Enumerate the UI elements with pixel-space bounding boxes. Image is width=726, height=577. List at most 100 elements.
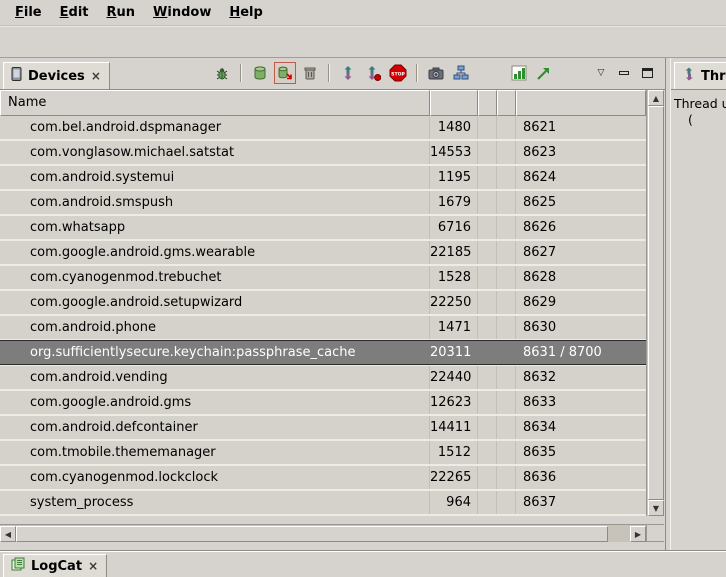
menu-file[interactable]: File — [6, 2, 51, 23]
process-name: com.android.defcontainer — [0, 416, 430, 439]
process-pid: 1195 — [430, 166, 478, 189]
minimize-icon[interactable] — [614, 64, 634, 82]
table-row[interactable]: com.cyanogenmod.trebuchet 1528 8628 — [0, 266, 646, 289]
method-profiling-icon[interactable] — [362, 62, 384, 84]
tracking-arrow-icon[interactable] — [533, 62, 555, 84]
process-name: com.google.android.setupwizard — [0, 291, 430, 314]
vertical-scrollbar[interactable]: ▲ ▼ — [646, 90, 664, 516]
update-heap-icon[interactable] — [249, 62, 271, 84]
process-cell-blank-2 — [497, 441, 516, 464]
process-cell-blank-2 — [497, 191, 516, 214]
process-cell-blank-2 — [497, 166, 516, 189]
dump-hprof-icon[interactable] — [274, 62, 296, 84]
process-name: com.cyanogenmod.trebuchet — [0, 266, 430, 289]
horizontal-scrollbar[interactable]: ◀ ▶ — [0, 524, 646, 542]
table-row[interactable]: com.android.vending 22440 8632 — [0, 366, 646, 389]
process-cell-blank-1 — [478, 391, 497, 414]
table-row[interactable]: com.bel.android.dspmanager 1480 8621 — [0, 116, 646, 139]
process-cell-blank-1 — [478, 316, 497, 339]
process-port: 8624 — [516, 166, 646, 189]
threads-message-line-1: Thread up — [674, 96, 726, 112]
table-row[interactable]: com.whatsapp 6716 8626 — [0, 216, 646, 239]
column-header-blank-2[interactable] — [497, 90, 516, 116]
threads-panel: Threads Thread up ( — [670, 58, 726, 550]
column-header-name[interactable]: Name — [0, 90, 430, 116]
view-menu-icon[interactable]: ▽ — [591, 64, 611, 82]
table-header: Name — [0, 90, 646, 116]
process-cell-blank-2 — [497, 391, 516, 414]
cause-gc-icon[interactable] — [299, 62, 321, 84]
menu-run[interactable]: Run — [98, 2, 145, 23]
table-row[interactable]: com.cyanogenmod.lockclock 22265 8636 — [0, 466, 646, 489]
table-row[interactable]: com.android.defcontainer 14411 8634 — [0, 416, 646, 439]
threads-content: Thread up ( — [671, 90, 726, 550]
process-name: com.tmobile.thememanager — [0, 441, 430, 464]
maximize-icon[interactable] — [637, 64, 657, 82]
menu-window[interactable]: Window — [144, 2, 220, 23]
table-row[interactable]: com.android.systemui 1195 8624 — [0, 166, 646, 189]
tab-devices[interactable]: Devices × — [3, 62, 110, 89]
screen-capture-icon[interactable] — [425, 62, 447, 84]
table-row[interactable]: system_process 964 8637 — [0, 491, 646, 514]
table-row[interactable]: com.android.phone 1471 8630 — [0, 316, 646, 339]
process-pid: 22185 — [430, 241, 478, 264]
scroll-down-icon[interactable]: ▼ — [648, 500, 664, 516]
vertical-scroll-thumb[interactable] — [648, 106, 664, 500]
menu-help[interactable]: Help — [220, 2, 271, 23]
scroll-up-icon[interactable]: ▲ — [648, 90, 664, 106]
table-row[interactable]: org.sufficientlysecure.keychain:passphra… — [0, 341, 646, 364]
close-icon[interactable]: × — [90, 69, 102, 83]
table-row[interactable]: com.tmobile.thememanager 1512 8635 — [0, 441, 646, 464]
toolbar-separator — [240, 64, 242, 82]
scroll-right-icon[interactable]: ▶ — [630, 526, 646, 542]
table-row[interactable]: com.google.android.setupwizard 22250 862… — [0, 291, 646, 314]
process-cell-blank-1 — [478, 341, 497, 364]
process-pid: 20311 — [430, 341, 478, 364]
process-cell-blank-1 — [478, 141, 497, 164]
process-name: com.google.android.gms — [0, 391, 430, 414]
tab-logcat[interactable]: LogCat × — [3, 554, 107, 577]
process-pid: 12623 — [430, 391, 478, 414]
column-header-pid[interactable] — [430, 90, 478, 116]
update-threads-icon[interactable] — [337, 62, 359, 84]
table-row[interactable]: com.google.android.gms 12623 8633 — [0, 391, 646, 414]
toolbar-separator — [328, 64, 330, 82]
table-row[interactable]: com.android.smspush 1679 8625 — [0, 191, 646, 214]
close-icon[interactable]: × — [87, 559, 99, 573]
process-port: 8631 / 8700 — [516, 341, 646, 364]
process-cell-blank-1 — [478, 466, 497, 489]
process-cell-blank-1 — [478, 266, 497, 289]
ui-hierarchy-icon[interactable] — [450, 62, 472, 84]
devices-tab-label: Devices — [28, 69, 85, 84]
process-cell-blank-1 — [478, 116, 497, 139]
logcat-tab-icon — [11, 557, 26, 575]
column-header-blank-1[interactable] — [478, 90, 497, 116]
process-cell-blank-2 — [497, 116, 516, 139]
process-cell-blank-1 — [478, 366, 497, 389]
process-name: com.cyanogenmod.lockclock — [0, 466, 430, 489]
table-row[interactable]: com.google.android.gms.wearable 22185 86… — [0, 241, 646, 264]
process-cell-blank-2 — [497, 141, 516, 164]
process-name: com.google.android.gms.wearable — [0, 241, 430, 264]
device-tab-icon — [11, 67, 23, 85]
debug-process-icon[interactable] — [211, 62, 233, 84]
scroll-left-icon[interactable]: ◀ — [0, 526, 16, 542]
horizontal-scroll-thumb[interactable] — [16, 526, 608, 542]
process-cell-blank-2 — [497, 241, 516, 264]
tab-threads[interactable]: Threads — [674, 62, 726, 89]
menu-edit[interactable]: Edit — [51, 2, 98, 23]
process-name: com.whatsapp — [0, 216, 430, 239]
process-port: 8636 — [516, 466, 646, 489]
process-pid: 14553 — [430, 141, 478, 164]
stop-process-icon[interactable]: STOP — [387, 62, 409, 84]
process-cell-blank-2 — [497, 316, 516, 339]
heap-columns-icon[interactable] — [508, 62, 530, 84]
table-row[interactable]: com.vonglasow.michael.satstat 14553 8623 — [0, 141, 646, 164]
process-pid: 1528 — [430, 266, 478, 289]
column-header-port[interactable] — [516, 90, 646, 116]
process-pid: 1471 — [430, 316, 478, 339]
process-name: com.android.systemui — [0, 166, 430, 189]
logcat-tabbar: LogCat × — [0, 550, 726, 577]
process-pid: 6716 — [430, 216, 478, 239]
process-name: com.bel.android.dspmanager — [0, 116, 430, 139]
